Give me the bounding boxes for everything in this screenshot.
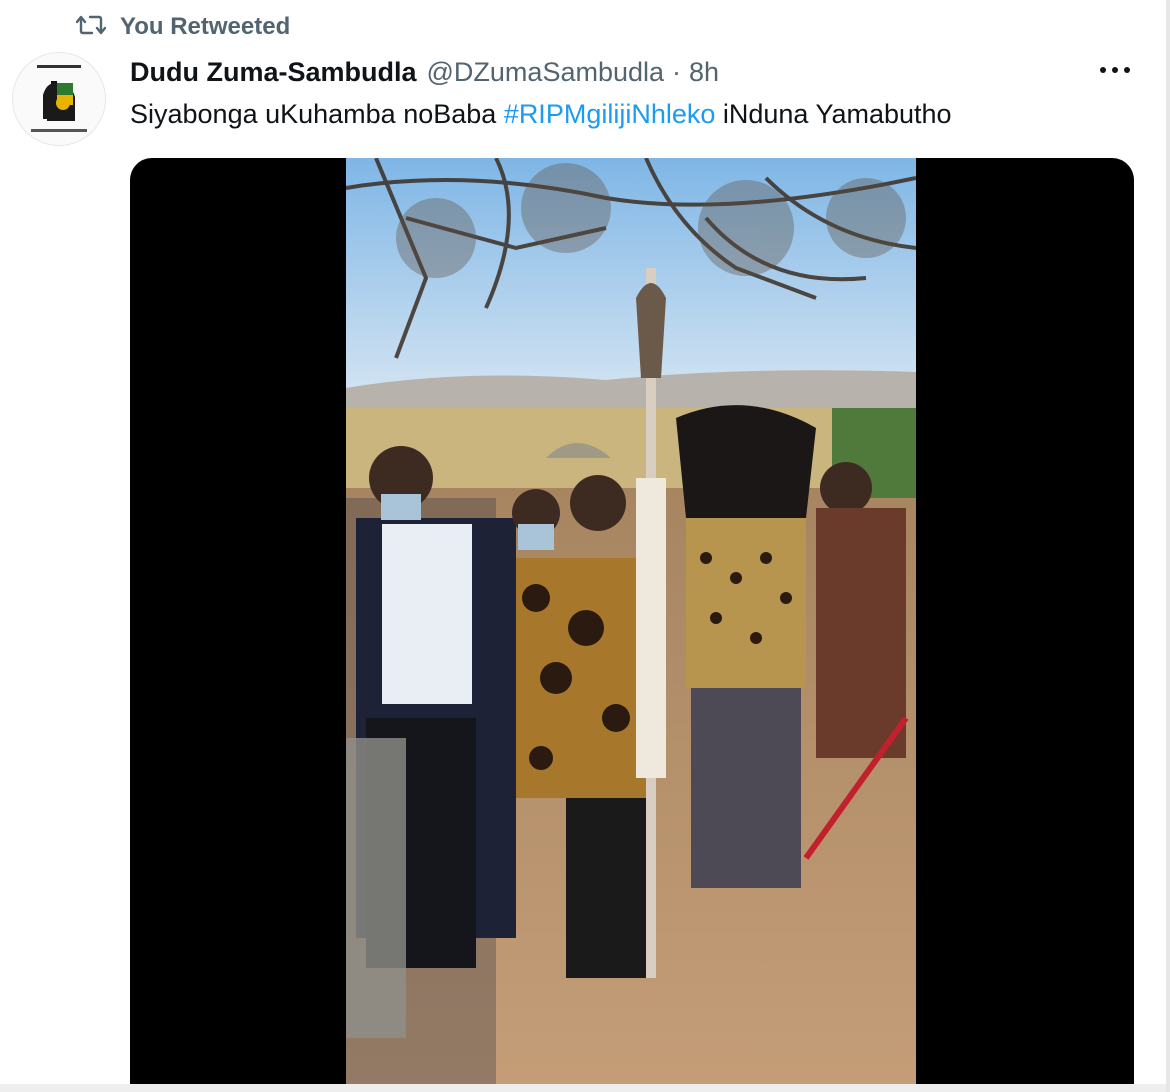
timestamp[interactable]: 8h (689, 57, 719, 88)
scrollbar-track[interactable] (1166, 0, 1170, 1092)
tweet-text-before: Siyabonga uKuhamba noBaba (130, 99, 504, 129)
more-icon (1099, 61, 1131, 79)
video-player[interactable] (130, 158, 1134, 1092)
tweet-text-after: iNduna Yamabutho (715, 99, 952, 129)
retweet-icon (75, 12, 107, 43)
tweet-text: Siyabonga uKuhamba noBaba #RIPMgilijiNhl… (130, 96, 952, 132)
tweet-page: You Retweeted Dudu Zuma-Sambudla @DZumaS… (0, 0, 1170, 1092)
retweet-context: You Retweeted (75, 10, 291, 44)
video-thumbnail (346, 158, 916, 1092)
handle[interactable]: @DZumaSambudla (427, 57, 665, 88)
tweet-header: Dudu Zuma-Sambudla @DZumaSambudla · 8h (130, 52, 719, 92)
separator-dot: · (672, 56, 682, 87)
hashtag-link[interactable]: #RIPMgilijiNhleko (504, 99, 716, 129)
avatar[interactable] (12, 52, 106, 146)
more-button[interactable] (1088, 52, 1142, 88)
retweet-label: You Retweeted (120, 13, 291, 40)
anc-logo-avatar (13, 53, 105, 145)
display-name[interactable]: Dudu Zuma-Sambudla (130, 57, 417, 88)
bottom-divider (0, 1084, 1170, 1092)
